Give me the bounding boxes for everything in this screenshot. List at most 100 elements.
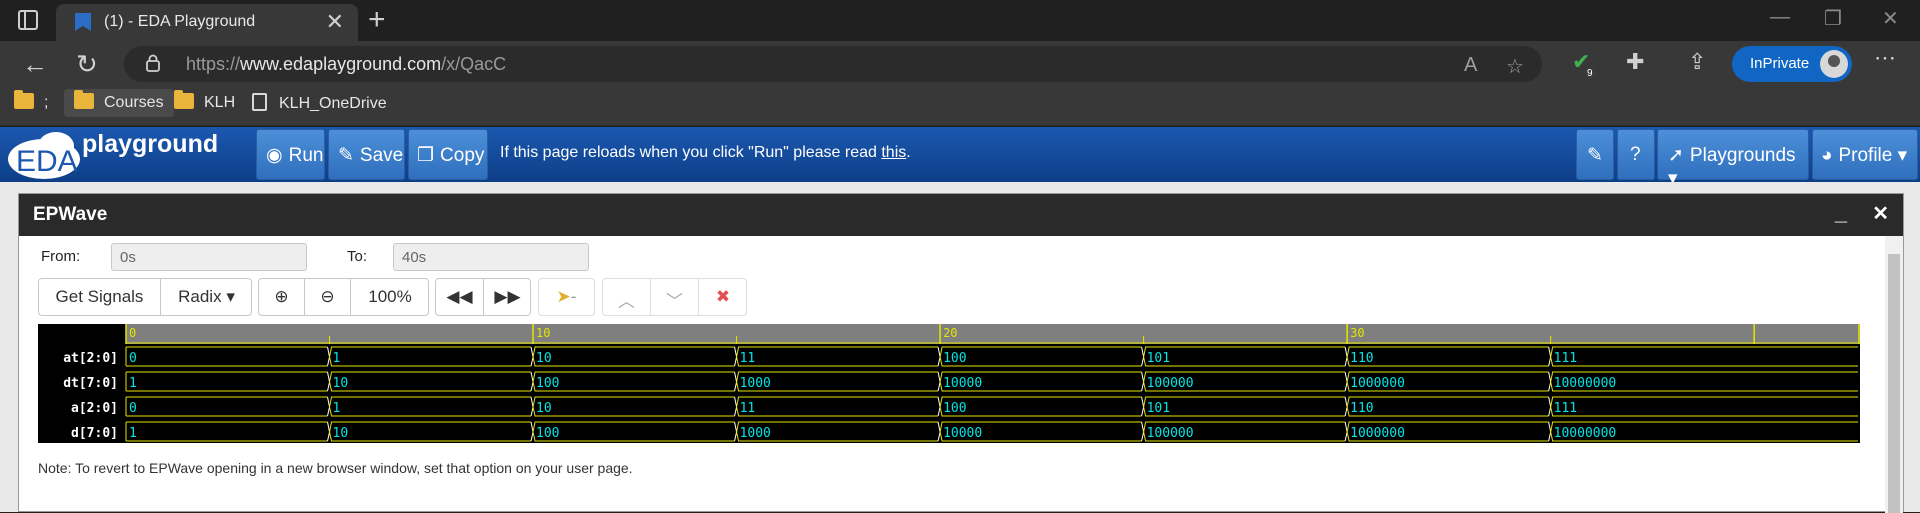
play-icon: ◉ — [266, 145, 283, 166]
help-button[interactable]: ? — [1617, 129, 1655, 180]
signal-name: d[7:0] — [71, 426, 118, 441]
folder-icon — [174, 90, 194, 109]
edit-signal-toolbar: ︿ ﹀ ✖ — [602, 278, 747, 316]
read-aloud-icon[interactable]: A — [1464, 54, 1477, 77]
inprivate-label: InPrivate — [1750, 55, 1810, 72]
signal-value: 10000000 — [1554, 376, 1617, 391]
eda-favicon-icon — [75, 13, 91, 31]
waveform-viewer[interactable]: 0 10 20 30at[2:0] 0 1 10 11 100 101 110 111dt[7:0] 1… — [38, 324, 1860, 443]
browser-tab[interactable]: (1) - EDA Playground ✕ — [56, 4, 358, 41]
save-button[interactable]: ✎ Save — [328, 129, 405, 180]
minimize-window-icon[interactable]: _ — [1835, 200, 1847, 226]
browser-tab-bar: (1) - EDA Playground ✕ + — ❐ ✕ — [0, 0, 1920, 41]
rocket-icon: ➚ — [1668, 145, 1684, 166]
signal-value: 100 — [943, 401, 966, 416]
signal-trace-segment — [736, 396, 939, 417]
extensions-icon[interactable]: ✚ — [1626, 49, 1644, 75]
delete-signal-icon[interactable]: ✖ — [699, 279, 747, 315]
zoom-in-icon[interactable]: ⊕ — [259, 279, 305, 315]
signal-value: 110 — [1350, 351, 1373, 366]
bookmark-folder-semicolon[interactable]: ; — [14, 90, 48, 121]
address-toolbar: ← ↻ https://www.edaplayground.com/x/QacC… — [0, 41, 1920, 86]
share-icon[interactable]: ⇪ — [1688, 49, 1706, 75]
signal-trace-segment — [125, 421, 328, 442]
vertical-scrollbar[interactable] — [1885, 236, 1903, 513]
signal-name: at[2:0] — [63, 351, 118, 366]
copy-icon: ❐ — [417, 145, 435, 166]
restore-icon[interactable]: ❐ — [1824, 6, 1842, 31]
more-menu-icon[interactable]: ⋯ — [1874, 45, 1896, 71]
rewind-icon[interactable]: ◀◀ — [436, 279, 484, 315]
get-signals-button[interactable]: Get Signals — [39, 279, 161, 315]
to-input[interactable]: 40s — [393, 243, 589, 271]
signal-trace-segment — [939, 346, 1142, 367]
signal-value: 10 — [536, 401, 552, 416]
signal-value: 1000000 — [1350, 426, 1405, 441]
back-icon[interactable]: ← — [22, 49, 48, 80]
from-input[interactable]: 0s — [111, 243, 307, 271]
signal-trace-segment — [532, 346, 735, 367]
move-down-icon[interactable]: ﹀ — [651, 279, 699, 315]
move-up-icon[interactable]: ︿ — [603, 279, 651, 315]
favorite-add-icon[interactable]: ☆ — [1506, 54, 1524, 79]
bookmark-klh-onedrive[interactable]: KLH_OneDrive — [252, 93, 387, 121]
zoom-level[interactable]: 100% — [351, 279, 429, 315]
radix-dropdown[interactable]: Radix ▾ — [161, 279, 252, 315]
signal-value: 101 — [1147, 351, 1170, 366]
close-window-icon[interactable]: ✕ — [1872, 201, 1889, 226]
user-icon: ◕ — [1821, 145, 1833, 166]
zoom-toolbar: ⊕ ⊖ 100% — [258, 278, 429, 316]
inprivate-button[interactable]: InPrivate — [1732, 46, 1852, 82]
signal-value: 1 — [129, 426, 137, 441]
note-text: Note: To revert to EPWave opening in a n… — [38, 460, 633, 476]
notice-link[interactable]: this — [881, 144, 906, 161]
signal-name: dt[7:0] — [63, 376, 118, 391]
copy-button[interactable]: ❐ Copy — [408, 129, 488, 180]
lock-icon — [146, 54, 160, 72]
signal-value: 10000 — [943, 426, 982, 441]
sidebar-toggle-icon[interactable] — [18, 10, 38, 30]
signal-value: 1 — [333, 351, 341, 366]
window-close-icon[interactable]: ✕ — [1882, 6, 1899, 31]
marker-button[interactable]: ➤- — [538, 278, 595, 316]
navigate-toolbar: ◀◀ ▶▶ — [435, 278, 531, 316]
profile-menu[interactable]: ◕ Profile ▾ — [1812, 129, 1918, 180]
signal-trace-segment — [532, 371, 735, 392]
folder-icon — [74, 90, 94, 109]
tab-close-icon[interactable]: ✕ — [326, 9, 344, 35]
bookmark-folder-courses[interactable]: Courses — [64, 89, 174, 117]
signal-trace-segment — [939, 396, 1142, 417]
signal-value: 100 — [943, 351, 966, 366]
signal-value: 1000 — [740, 426, 771, 441]
new-tab-icon[interactable]: + — [368, 3, 386, 37]
signal-value: 0 — [129, 351, 137, 366]
signal-trace-segment — [125, 346, 328, 367]
signal-value: 100000 — [1147, 376, 1194, 391]
minimize-icon[interactable]: — — [1770, 6, 1790, 29]
signal-trace-segment — [1143, 346, 1346, 367]
run-button[interactable]: ◉ Run — [256, 129, 325, 180]
signals-toolbar: Get Signals Radix ▾ — [38, 278, 252, 316]
refresh-icon[interactable]: ↻ — [76, 49, 98, 80]
eda-playground-logo[interactable]: EDA playground — [4, 129, 244, 186]
scrollbar-thumb[interactable] — [1888, 254, 1900, 513]
edit-button[interactable]: ✎ — [1576, 129, 1614, 180]
playgrounds-menu[interactable]: ➚ Playgrounds ▾ — [1657, 129, 1809, 189]
bookmark-folder-klh[interactable]: KLH — [174, 90, 235, 121]
url-input[interactable]: https://www.edaplayground.com/x/QacC A ☆ — [124, 46, 1542, 82]
signal-trace-segment — [125, 396, 328, 417]
marker-icon: ➤- — [556, 287, 577, 306]
signal-trace-segment — [1550, 396, 1858, 417]
tab-title: (1) - EDA Playground — [104, 13, 256, 30]
url-text: https://www.edaplayground.com/x/QacC — [186, 54, 507, 74]
signal-value: 111 — [1554, 401, 1577, 416]
signal-trace-segment — [329, 421, 532, 442]
zoom-out-icon[interactable]: ⊖ — [305, 279, 351, 315]
signal-value: 1000 — [740, 376, 771, 391]
timeline-tick-label: 30 — [1350, 326, 1364, 340]
signal-value: 100 — [536, 376, 559, 391]
fast-forward-icon[interactable]: ▶▶ — [484, 279, 531, 315]
signal-trace-segment — [1550, 346, 1858, 367]
signal-value: 1000000 — [1350, 376, 1405, 391]
folder-icon — [14, 90, 34, 109]
